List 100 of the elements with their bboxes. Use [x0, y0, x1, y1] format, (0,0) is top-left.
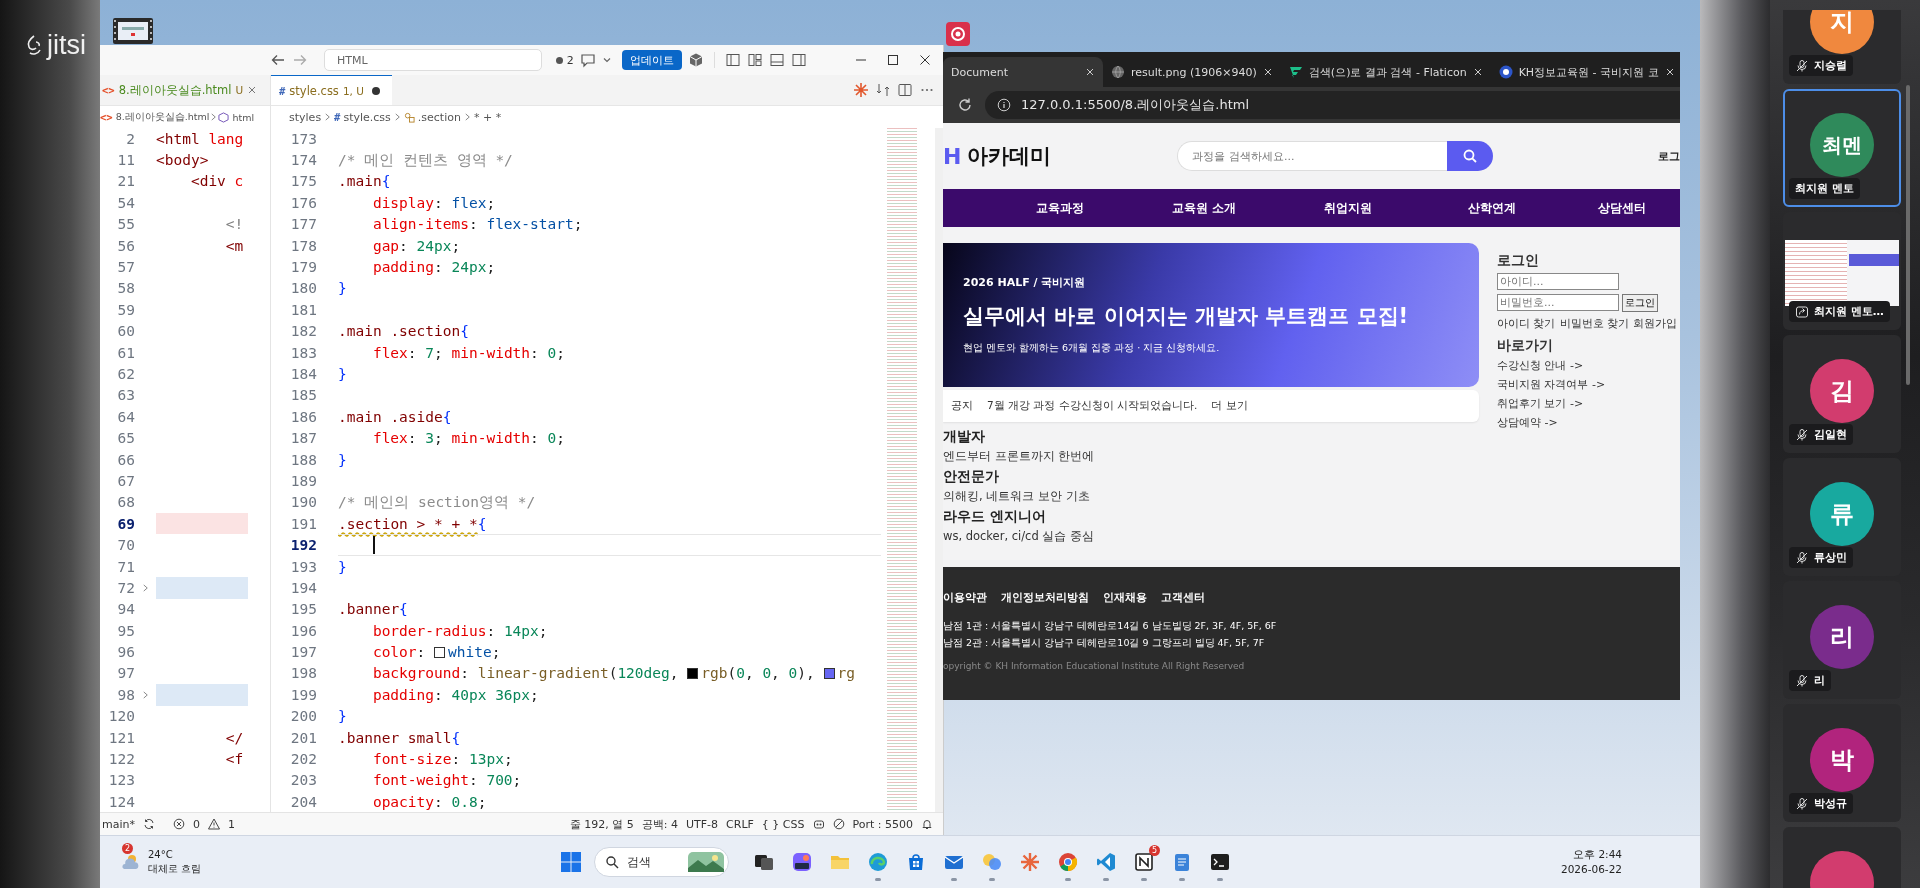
code-editor-icon[interactable]: [1095, 851, 1117, 873]
chat-icon[interactable]: [579, 52, 596, 68]
participant-tile[interactable]: 김 김일현: [1783, 335, 1901, 453]
panel-layout-icon[interactable]: [768, 52, 785, 68]
shortcut-link[interactable]: 수강신청 안내 ->: [1497, 356, 1677, 375]
footer-link[interactable]: 이용약관: [943, 591, 987, 605]
port-label[interactable]: Port : 5500: [852, 817, 913, 831]
address-bar[interactable]: 127.0.0.1:5500/8.레이아웃실습.html: [985, 91, 1680, 119]
info-icon[interactable]: [997, 98, 1011, 112]
close-icon[interactable]: [1262, 67, 1273, 77]
browser-tab[interactable]: KH정보교육원 - 국비지원 코: [1490, 57, 1680, 87]
browser-icon[interactable]: [1057, 851, 1079, 873]
language-label[interactable]: { } CSS: [761, 817, 805, 831]
cursor-position[interactable]: 줄 192, 열 5: [569, 816, 634, 832]
login-link[interactable]: 로그: [1658, 148, 1680, 164]
notebook-icon[interactable]: [1133, 851, 1155, 873]
footer-link[interactable]: 인재채용: [1103, 591, 1147, 605]
color-swatch-icon[interactable]: [823, 668, 835, 680]
terminal-icon[interactable]: [1209, 851, 1231, 873]
breadcrumb-item[interactable]: # style.css: [334, 110, 391, 124]
filmstrip-icon[interactable]: [113, 18, 153, 44]
logo-mark[interactable]: H: [943, 143, 962, 169]
browser-tab[interactable]: Document: [943, 57, 1103, 87]
search-button[interactable]: [1447, 141, 1494, 171]
search-field[interactable]: 과정을 검색하세요...: [1177, 141, 1448, 171]
footer-link[interactable]: 개인정보처리방침: [1001, 591, 1089, 605]
error-count[interactable]: 0: [193, 817, 200, 831]
password-field[interactable]: 비밀번호...: [1497, 294, 1619, 311]
shortcut-link[interactable]: 국비지원 자격여부 ->: [1497, 375, 1677, 394]
participant-tile[interactable]: 박 박성규: [1783, 704, 1901, 822]
encoding-label[interactable]: UTF-8: [686, 817, 719, 831]
warning-icon[interactable]: [208, 818, 220, 830]
account-link[interactable]: 아이디 찾기: [1497, 316, 1556, 331]
cube-icon[interactable]: [687, 52, 704, 68]
indentation-label[interactable]: 공백: 4: [641, 816, 678, 832]
url-text[interactable]: 127.0.0.1:5500/8.레이아웃실습.html: [1021, 96, 1249, 114]
clock-date[interactable]: 2026-06-22: [1560, 862, 1622, 877]
back-arrow-icon[interactable]: [270, 52, 286, 68]
shortcut-link[interactable]: 취업후기 보기 ->: [1497, 394, 1677, 413]
record-icon[interactable]: [946, 22, 970, 46]
browser-tab[interactable]: 검색(으)로 결과 검색 - Flaticon: [1280, 57, 1491, 87]
pinwheel-icon[interactable]: [1019, 851, 1041, 873]
editor-tab[interactable]: # style.css 1, U: [271, 75, 392, 105]
chevron-icon[interactable]: [142, 582, 149, 593]
start-button[interactable]: [560, 851, 582, 873]
chevron-icon[interactable]: [142, 689, 149, 700]
reload-icon[interactable]: [957, 97, 973, 113]
id-field[interactable]: 아이디...: [1497, 273, 1619, 290]
login-button[interactable]: 로그인: [1622, 293, 1658, 312]
more-link[interactable]: 더 보기: [1211, 399, 1248, 413]
breadcrumb-item[interactable]: .section: [403, 110, 461, 124]
compare-icon[interactable]: [875, 82, 891, 98]
swirl-icon[interactable]: [867, 851, 889, 873]
breadcrumb-item[interactable]: * + *: [473, 110, 502, 124]
split-layout-icon[interactable]: [790, 52, 807, 68]
sync-icon[interactable]: [143, 818, 155, 830]
colorful-app-icon[interactable]: [791, 851, 813, 873]
color-swatch-icon[interactable]: [687, 668, 699, 680]
nav-link[interactable]: 교육원 소개: [1132, 199, 1276, 217]
sidebar-layout-icon[interactable]: [724, 52, 741, 68]
breadcrumb-item[interactable]: html: [218, 111, 255, 123]
participant-tile[interactable]: 지 지승렬: [1783, 10, 1901, 84]
shortcut-link[interactable]: 상담예약 ->: [1497, 413, 1677, 432]
nav-link[interactable]: 교육과정: [988, 199, 1132, 217]
command-center-field[interactable]: HTML: [324, 49, 542, 71]
chevron-down-icon[interactable]: [601, 55, 612, 65]
account-link[interactable]: 회원가입: [1633, 316, 1677, 331]
bell-icon[interactable]: [921, 818, 933, 830]
clock-time[interactable]: 오후 2:44: [1573, 847, 1622, 862]
notification-count[interactable]: 2: [555, 53, 574, 67]
browser-tab[interactable]: result.png (1906×940): [1103, 57, 1281, 87]
grid-layout-icon[interactable]: [746, 52, 763, 68]
no-entry-icon[interactable]: [832, 818, 845, 830]
weather-condition[interactable]: 대체로 흐림: [148, 862, 202, 876]
temperature-text[interactable]: 24°C: [148, 848, 202, 862]
close-icon[interactable]: [1472, 67, 1483, 77]
scrollbar[interactable]: [1906, 85, 1910, 385]
warning-count[interactable]: 1: [228, 817, 235, 831]
branch-label[interactable]: main*: [102, 817, 135, 831]
logo-text[interactable]: 아카데미: [967, 142, 1052, 170]
colorful-blob-icon[interactable]: [981, 851, 1003, 873]
robot-icon[interactable]: [812, 818, 825, 830]
color-swatch-icon[interactable]: [434, 647, 446, 659]
participant-tile[interactable]: 최멘 최지원 멘토: [1783, 89, 1901, 207]
scrollbar[interactable]: [935, 128, 943, 812]
participant-tile[interactable]: 류 류상민: [1783, 458, 1901, 576]
error-icon[interactable]: [173, 818, 185, 830]
update-button[interactable]: 업데이트: [621, 50, 682, 70]
split-editor-icon[interactable]: [897, 82, 913, 98]
nav-link[interactable]: 상담센터: [1564, 199, 1680, 217]
close-icon[interactable]: [1664, 67, 1675, 77]
maximize-icon[interactable]: [885, 52, 901, 68]
search-field[interactable]: 검색: [594, 847, 729, 877]
account-link[interactable]: 비밀번호 찾기: [1559, 316, 1629, 331]
nav-link[interactable]: 산학연계: [1420, 199, 1564, 217]
footer-link[interactable]: 고객센터: [1161, 591, 1205, 605]
breadcrumb-item[interactable]: styles: [289, 110, 322, 124]
close-icon[interactable]: [1085, 67, 1095, 77]
sparkle-icon[interactable]: [853, 82, 869, 98]
line-ending-label[interactable]: CRLF: [726, 817, 754, 831]
